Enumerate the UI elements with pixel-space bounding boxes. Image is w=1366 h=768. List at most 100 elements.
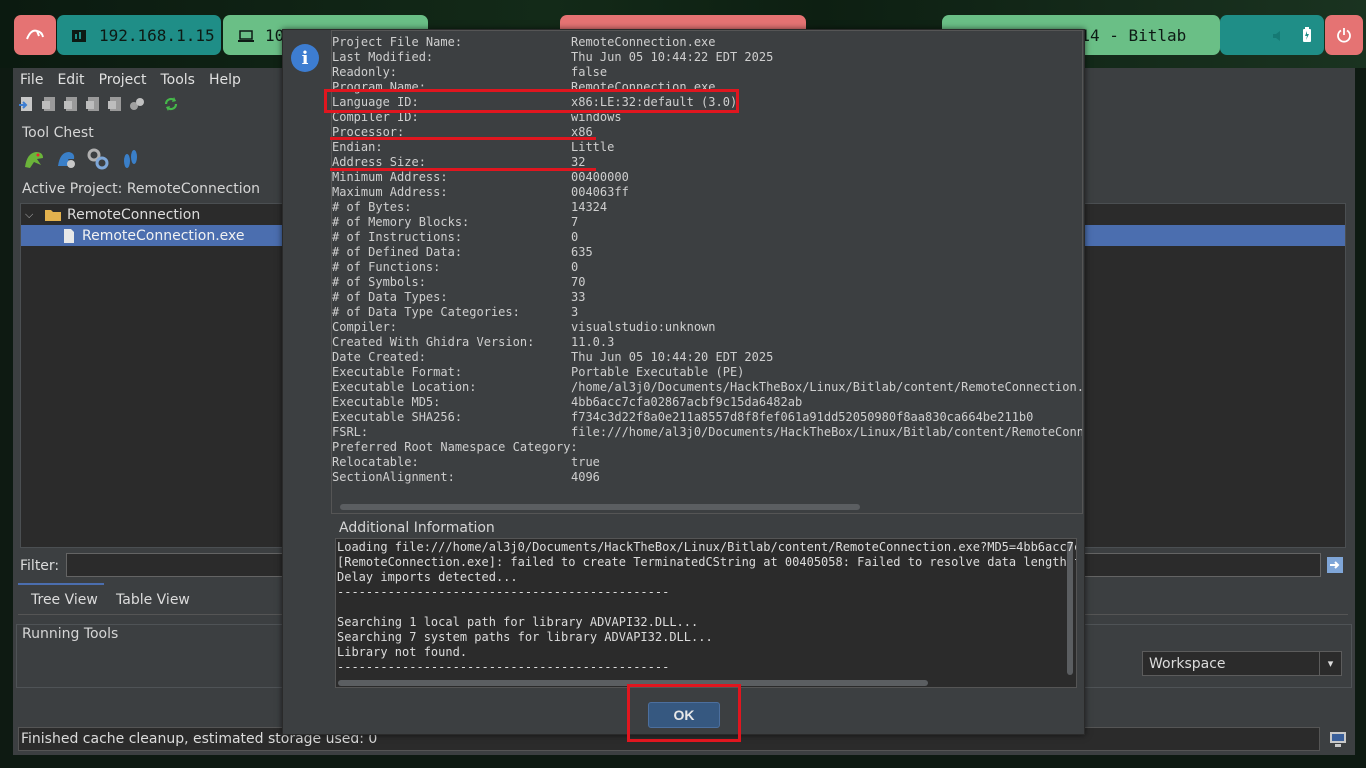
property-row: FSRL: file:///home/al3j0/Documents/HackTh… [332,425,1082,440]
property-key: Executable Location: [332,380,477,394]
property-value: file:///home/al3j0/Documents/HackTheBox/… [571,425,1083,439]
property-key: Compiler: [332,320,398,334]
property-value: true [571,455,600,469]
delete-file-icon[interactable] [106,95,124,113]
property-row: Relocatable: true [332,455,1082,470]
property-row: # of Symbols: 70 [332,275,1082,290]
tab-tree-view[interactable]: Tree View [18,587,111,613]
property-row: Executable SHA256: f734c3d22f8a0e211a8557… [332,410,1082,425]
property-key: Executable MD5: [332,395,441,409]
log-line: Searching 7 system paths for library ADV… [337,630,713,644]
property-value: 33 [571,290,586,304]
property-value: RemoteConnection.exe [571,35,716,49]
chevron-down-icon[interactable]: ⌵ [25,208,39,222]
filter-options-icon[interactable] [1326,556,1344,574]
property-key: # of Data Types: [332,290,448,304]
workspace-select[interactable]: Workspace ▾ [1142,651,1342,676]
log-line: [RemoteConnection.exe]: failed to create… [337,555,1077,569]
version-tracking-icon[interactable] [86,147,110,171]
property-key: FSRL: [332,425,369,439]
kali-dragon-icon [26,29,44,40]
property-row: Executable MD5: 4bb6acc7cfa02867acbf9c15d… [332,395,1082,410]
import-file-icon[interactable] [18,95,36,113]
main-toolbar [18,95,180,115]
code-browser-dragon-icon[interactable] [22,147,46,171]
close-file-icon[interactable] [84,95,102,113]
property-row: Endian: Little [332,140,1082,155]
property-value: 70 [571,275,586,289]
property-row: SectionAlignment: 4096 [332,470,1082,485]
laptop-icon [237,28,255,42]
log-line: Loading file:///home/al3j0/Documents/Hac… [337,540,1077,554]
info-icon: i [291,44,319,72]
debugger-icon[interactable] [54,147,78,171]
properties-horizontal-scrollbar[interactable] [340,504,860,510]
property-key: # of Instructions: [332,230,463,244]
local-ip-indicator[interactable]: 192.168.1.15 [57,15,221,55]
property-row: # of Memory Blocks: 7 [332,215,1082,230]
menu-tools[interactable]: Tools [160,72,195,88]
menu-file[interactable]: File [20,72,43,88]
property-key: Endian: [332,140,383,154]
tool-chest [22,147,142,171]
save-file-icon[interactable] [62,95,80,113]
property-key: Executable SHA256: [332,410,463,424]
chevron-down-icon[interactable]: ▾ [1319,652,1341,675]
folder-icon [45,209,61,221]
address-size-underline [330,168,596,171]
property-row: # of Data Types: 33 [332,290,1082,305]
property-value: 00400000 [571,170,629,184]
active-project-title: Active Project: RemoteConnection [22,181,261,197]
property-key: Maximum Address: [332,185,448,199]
property-key: # of Memory Blocks: [332,215,470,229]
property-value: 0 [571,260,579,274]
battery-icon[interactable] [1302,27,1312,43]
local-ip-text: 192.168.1.15 [99,25,215,45]
property-value: 4096 [571,470,600,484]
property-value: 635 [571,245,593,259]
log-line: Library not found. [337,645,468,659]
log-line: Searching 1 local path for library ADVAP… [337,615,699,629]
system-tray[interactable] [1220,15,1324,55]
property-row: Readonly: false [332,65,1082,80]
menu-help[interactable]: Help [209,72,241,88]
additional-info-title: Additional Information [339,520,495,536]
tool-chest-title: Tool Chest [22,125,94,141]
property-row: Minimum Address: 00400000 [332,170,1082,185]
property-value: Little [571,140,615,154]
property-value: Thu Jun 05 10:44:22 EDT 2025 [571,50,774,64]
menu-project[interactable]: Project [99,72,147,88]
property-key: Preferred Root Namespace Category: [332,440,578,454]
property-key: Date Created: [332,350,426,364]
property-value: Portable Executable (PE) [571,365,745,379]
menu-edit[interactable]: Edit [57,72,84,88]
log-line: Delay imports detected... [337,570,518,584]
language-id-highlight [324,89,739,113]
property-key: Minimum Address: [332,170,448,184]
property-key: Relocatable: [332,455,419,469]
property-key: # of Defined Data: [332,245,463,259]
property-value: 11.0.3 [571,335,615,349]
console-monitor-icon[interactable] [1329,730,1347,748]
kali-menu-button[interactable] [14,15,56,55]
property-key: SectionAlignment: [332,470,455,484]
refresh-icon[interactable] [162,95,180,113]
open-file-icon[interactable] [40,95,58,113]
property-value: 3 [571,305,579,319]
property-key: # of Functions: [332,260,441,274]
emulator-footprint-icon[interactable] [118,147,142,171]
property-value: 0 [571,230,579,244]
active-tab-indicator [18,583,104,585]
tab-table-view[interactable]: Table View [103,587,203,613]
archive-icon[interactable] [128,95,146,113]
filter-label: Filter: [20,558,60,574]
volume-icon[interactable] [1272,28,1286,42]
ok-button-highlight [627,684,741,742]
property-value: 004063ff [571,185,629,199]
property-key: Readonly: [332,65,398,79]
property-value: f734c3d22f8a0e211a8557d8f8fef061a91dd520… [571,410,1034,424]
property-key: Executable Format: [332,365,463,379]
property-row: Date Created: Thu Jun 05 10:44:20 EDT 202… [332,350,1082,365]
program-info-dialog: i Project File Name: RemoteConnection.exe… [282,29,1085,735]
power-button[interactable] [1325,15,1363,55]
